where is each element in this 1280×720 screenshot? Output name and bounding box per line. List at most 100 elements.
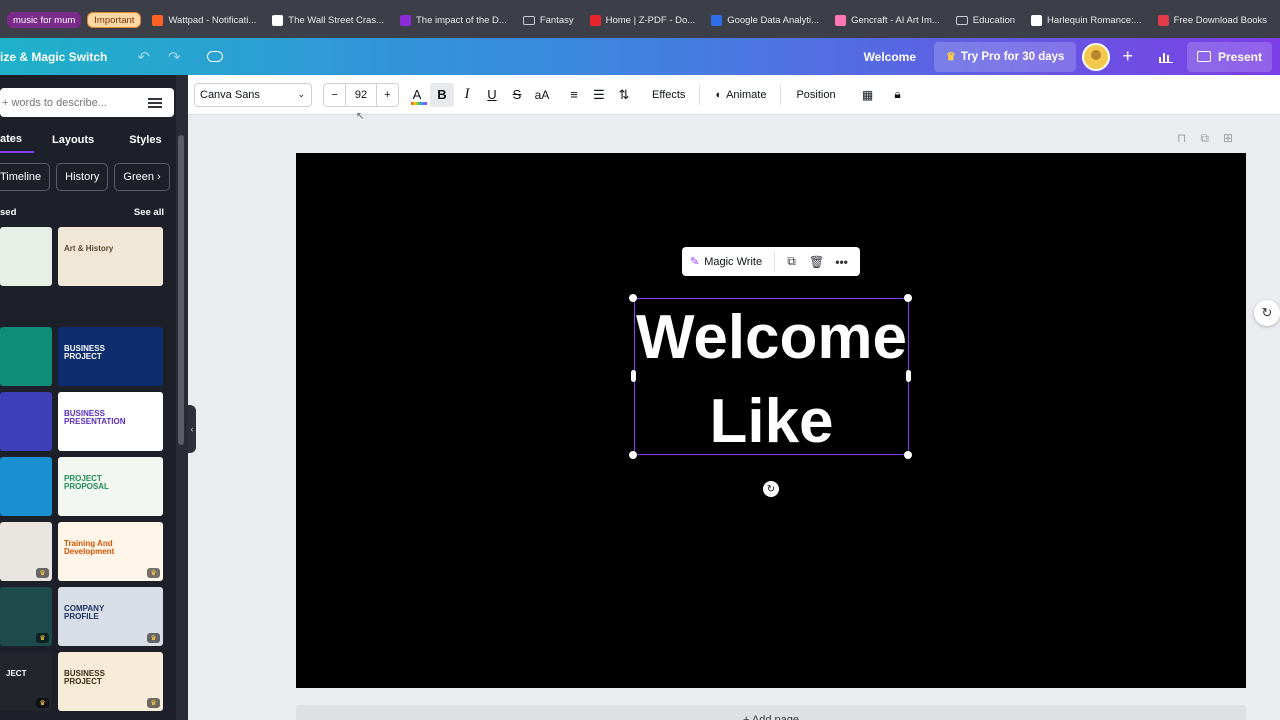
chip-green[interactable]: Green › (114, 163, 170, 191)
decrease-size-button[interactable]: − (324, 89, 345, 101)
animate-button[interactable]: ◐ Animate (707, 83, 774, 107)
bookmark-label: music for mum (13, 14, 76, 26)
template-thumbnail[interactable]: Training And Development ♛ (58, 522, 163, 581)
template-thumbnail[interactable] (0, 457, 52, 516)
align-center-icon[interactable]: ≡ (562, 83, 586, 107)
tab-layouts[interactable]: Layouts (52, 127, 94, 153)
section-title: sed (0, 207, 17, 218)
share-plus-icon[interactable]: + (1110, 46, 1145, 67)
transparency-icon[interactable]: ▦ (856, 83, 880, 107)
filter-icon[interactable] (148, 97, 162, 108)
bookmark-label: Important (94, 14, 135, 26)
font-size-input[interactable]: 92 (345, 83, 377, 106)
rotate-icon[interactable]: ↻ (763, 481, 779, 497)
template-thumbnail[interactable]: PROJECT PROPOSAL (58, 457, 163, 516)
bookmark-item[interactable]: Google Data Analyti... (703, 8, 827, 32)
bookmark-item[interactable]: Fantasy (515, 8, 582, 32)
cloud-save-icon[interactable] (206, 51, 223, 62)
avatar[interactable] (1082, 42, 1111, 71)
bookmark-item[interactable]: The impact of the D... (392, 8, 515, 32)
chevron-right-icon: › (157, 171, 161, 183)
magic-write-label: Magic Write (704, 255, 763, 268)
resize-handle-tl[interactable] (629, 294, 637, 302)
template-thumbnail[interactable] (0, 327, 52, 386)
panel-tabs: ates Layouts Styles (0, 127, 176, 153)
undo-icon[interactable]: ↶ (137, 48, 150, 66)
bookmark-item[interactable]: Education (948, 8, 1023, 32)
bookmark-item[interactable]: Gencraft - AI Art Im... (827, 8, 948, 32)
chip-history[interactable]: History (56, 163, 109, 191)
font-dropdown[interactable]: Canva Sans ⌄ (194, 82, 312, 107)
template-title: PROJECT PROPOSAL (64, 474, 109, 492)
strikethrough-icon[interactable]: S (505, 83, 529, 107)
pro-crown-icon: ♛ (147, 633, 160, 643)
resize-handle-tr[interactable] (904, 294, 912, 302)
template-thumbnail[interactable]: JECT ♛ (0, 652, 52, 711)
bold-icon[interactable]: B (430, 82, 454, 107)
bookmark-item[interactable]: Home | Z-PDF - Do... (582, 8, 704, 32)
increase-size-button[interactable]: + (377, 89, 398, 101)
refresh-icon[interactable]: ↻ (1254, 300, 1280, 326)
template-thumbnail[interactable]: BUSINESS PROJECT (58, 327, 163, 386)
resize-handle-bl[interactable] (629, 451, 637, 459)
resize-handle-br[interactable] (904, 451, 912, 459)
panel-scrollbar[interactable] (176, 75, 188, 720)
see-all-link[interactable]: See all (134, 207, 164, 218)
resize-handle-left[interactable] (631, 370, 636, 382)
position-button[interactable]: Position (788, 83, 843, 107)
pro-crown-icon: ♛ (36, 568, 49, 578)
scrollbar-thumb[interactable] (178, 135, 184, 445)
letter-case-icon[interactable]: aA (530, 83, 554, 107)
template-thumbnail[interactable]: BUSINESS PROJECT ♛ (58, 652, 163, 711)
template-thumbnail[interactable] (0, 227, 52, 286)
template-thumbnail[interactable]: COMPANY PROFILE ♛ (58, 587, 163, 646)
redo-icon[interactable]: ↷ (168, 48, 181, 66)
bookmark-item[interactable]: music for mum (7, 12, 82, 28)
tab-templates[interactable]: ates (0, 127, 34, 153)
template-thumbnail[interactable]: ♛ (0, 587, 52, 646)
template-thumbnail[interactable]: ♛ (0, 522, 52, 581)
more-options-icon[interactable]: ••• (829, 255, 854, 269)
page-lock-icon[interactable]: ⊓ (1177, 131, 1186, 146)
present-button[interactable]: Present (1186, 41, 1272, 72)
collapse-panel-icon[interactable]: ‹ (188, 405, 196, 453)
bookmark-item[interactable]: Home - Canva (1275, 8, 1280, 32)
magic-write-button[interactable]: ✎ Magic Write (690, 252, 776, 271)
template-thumbnail[interactable] (0, 392, 52, 451)
effects-button[interactable]: Effects (644, 83, 693, 107)
duplicate-page-icon[interactable]: ⧉ (1200, 131, 1209, 146)
try-pro-button[interactable]: ♛ Try Pro for 30 days (934, 41, 1077, 72)
bookmark-label: Fantasy (539, 14, 574, 26)
template-thumbnail[interactable]: Art & History (58, 227, 163, 286)
bookmark-label: Free Download Books (1173, 14, 1268, 26)
bookmark-item[interactable]: Free Download Books (1150, 8, 1275, 32)
design-title[interactable]: Welcome (846, 50, 934, 64)
list-icon[interactable]: ☰ (587, 83, 611, 107)
bookmark-item[interactable]: Important (87, 12, 142, 28)
delete-icon[interactable]: 🗑︎ (804, 255, 829, 269)
search-input[interactable] (2, 96, 142, 109)
insights-icon[interactable] (1158, 51, 1173, 63)
tab-styles[interactable]: Styles (129, 127, 161, 153)
favicon-icon (152, 14, 164, 26)
bookmark-item[interactable]: Wattpad - Notificati... (144, 8, 264, 32)
chip-timeline[interactable]: Timeline (0, 163, 51, 191)
resize-magic-switch-button[interactable]: ize & Magic Switch (0, 50, 107, 64)
font-size-stepper: − 92 + (323, 82, 399, 107)
add-page-icon[interactable]: ⊞ (1223, 131, 1233, 146)
resize-handle-right[interactable] (906, 370, 911, 382)
underline-icon[interactable]: U (480, 83, 504, 107)
add-page-button[interactable]: + Add page (296, 705, 1246, 720)
template-thumbnail[interactable]: BUSINESS PRESENTATION (58, 392, 163, 451)
bookmark-item[interactable]: Harlequin Romance:... (1023, 8, 1150, 32)
lock-icon[interactable]: 🔒︎ (886, 83, 910, 107)
template-title: BUSINESS PRESENTATION (64, 409, 126, 427)
italic-icon[interactable]: I (455, 83, 479, 107)
text-color-icon[interactable]: A (405, 83, 429, 107)
bookmark-item[interactable]: The Wall Street Cras... (264, 8, 392, 32)
duplicate-icon[interactable]: ⧉ (779, 254, 804, 269)
chip-green-label: Green (123, 171, 154, 183)
spacing-icon[interactable]: ⇅ (612, 83, 636, 107)
template-title: BUSINESS PROJECT (64, 669, 105, 687)
template-title: BUSINESS PROJECT (64, 344, 105, 362)
